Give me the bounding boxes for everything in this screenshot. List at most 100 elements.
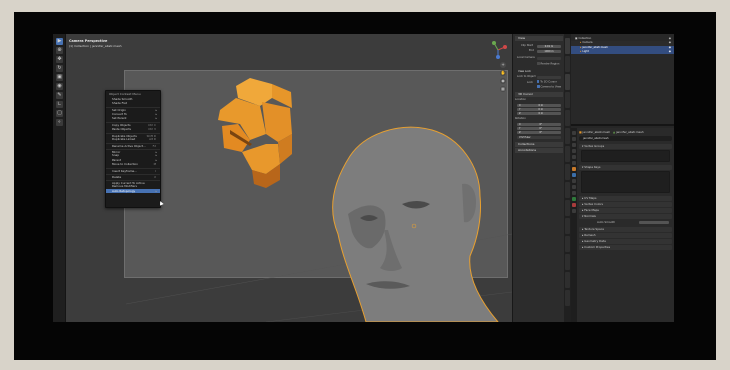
particles-tab-icon[interactable] bbox=[572, 179, 576, 183]
vertex-colors-panel[interactable]: ▸ Vertex Colors bbox=[579, 202, 672, 207]
tab-edit[interactable] bbox=[565, 92, 570, 108]
orange-selected-object bbox=[218, 78, 292, 188]
vertex-groups-panel[interactable]: ▾ Vertex Groups bbox=[579, 144, 672, 149]
menu-item-shortcut: Ctrl V bbox=[148, 126, 156, 131]
geometry-data-panel[interactable]: ▸ Geometry Data bbox=[579, 239, 672, 244]
tab-addon-8[interactable] bbox=[565, 254, 570, 270]
tab-addon-1[interactable] bbox=[565, 128, 570, 144]
menu-item[interactable]: Delete X bbox=[106, 174, 160, 179]
shape-keys-panel[interactable]: ▾ Shape Keys bbox=[579, 165, 672, 170]
texture-tab-icon[interactable] bbox=[572, 209, 576, 213]
normals-panel[interactable]: ▾ Normals bbox=[579, 214, 672, 219]
material-tab-icon[interactable] bbox=[572, 203, 576, 207]
sidebar-n-panel: View Clip Start 0.01 m End 1000 m Local … bbox=[512, 34, 564, 322]
3d-viewport[interactable]: Camera Perspective (1) Collection | jenn… bbox=[66, 34, 512, 322]
rotation-mode-dropdown[interactable]: XYZ Euler bbox=[517, 135, 561, 139]
constraints-tab-icon[interactable] bbox=[572, 191, 576, 195]
menu-item[interactable]: Insert Keyframe... I bbox=[106, 168, 160, 173]
render-tab-icon[interactable] bbox=[572, 137, 576, 141]
remesh-panel[interactable]: ▸ Remesh bbox=[579, 233, 672, 238]
3d-cursor-header[interactable]: 3D Cursor bbox=[515, 92, 563, 97]
select-box-tool-icon[interactable]: ▶ bbox=[56, 38, 63, 45]
menu-item[interactable]: Auto Retopology ▸ bbox=[106, 188, 160, 194]
tab-addon-4[interactable] bbox=[565, 182, 570, 198]
grid-icon[interactable]: ▦ bbox=[500, 86, 506, 92]
vertex-groups-list[interactable] bbox=[581, 150, 670, 162]
custom-properties-panel[interactable]: ▸ Custom Properties bbox=[579, 245, 672, 250]
lock-to-object-field[interactable] bbox=[537, 75, 561, 79]
cursor-z-field[interactable]: Z 0 m bbox=[517, 111, 561, 115]
modifiers-tab-icon[interactable] bbox=[572, 173, 576, 177]
menu-item[interactable]: Paste Objects Ctrl V bbox=[106, 127, 160, 131]
tab-addon-3[interactable] bbox=[565, 164, 570, 180]
mesh-data-tab-icon[interactable] bbox=[572, 197, 576, 201]
output-tab-icon[interactable] bbox=[572, 143, 576, 147]
world-tab-icon[interactable] bbox=[572, 161, 576, 165]
uv-maps-panel[interactable]: ▸ UV Maps bbox=[579, 196, 672, 201]
vertex-groups-label: Vertex Groups bbox=[584, 144, 605, 148]
annotate-tool-icon[interactable]: ✎ bbox=[56, 92, 63, 99]
outliner-row[interactable]: ▸Light ◉ bbox=[571, 50, 674, 55]
camera-to-view-checkbox[interactable] bbox=[537, 85, 540, 88]
outliner-row-label: Light bbox=[582, 50, 589, 54]
tab-addon-7[interactable] bbox=[565, 236, 570, 252]
object-tab-icon[interactable] bbox=[572, 167, 576, 171]
render-region-row[interactable]: Render Region bbox=[515, 62, 563, 66]
clip-start-field[interactable]: 0.01 m bbox=[537, 44, 561, 48]
properties-editor: ■ jennifer_abstr.mesh ▲ jennifer_abstr.m… bbox=[571, 128, 674, 322]
pan-hand-icon[interactable]: ✋ bbox=[500, 70, 506, 76]
menu-item[interactable]: Rename Active Object... F2 bbox=[106, 142, 160, 148]
scale-tool-icon[interactable]: ▣ bbox=[56, 74, 63, 81]
tab-tool[interactable] bbox=[565, 56, 570, 72]
clip-end-field[interactable]: 1000 m bbox=[537, 49, 561, 53]
rot-z-field[interactable]: Z 0° bbox=[517, 130, 561, 134]
local-camera-field[interactable] bbox=[537, 56, 561, 60]
tab-addon-9[interactable] bbox=[565, 272, 570, 288]
transform-tool-icon[interactable]: ◉ bbox=[56, 83, 63, 90]
move-tool-icon[interactable]: ✥ bbox=[56, 56, 63, 63]
tab-addon-5[interactable] bbox=[565, 200, 570, 216]
texture-space-panel[interactable]: ▸ Texture Space bbox=[579, 227, 672, 232]
zoom-icon[interactable]: + bbox=[500, 62, 506, 68]
extra-tool-icon[interactable]: ∘ bbox=[56, 119, 63, 126]
tab-view[interactable] bbox=[565, 74, 570, 90]
render-region-checkbox[interactable] bbox=[537, 62, 540, 65]
tab-addon-6[interactable] bbox=[565, 218, 570, 234]
rotate-tool-icon[interactable]: ↻ bbox=[56, 65, 63, 72]
menu-item-label: Snap bbox=[112, 153, 120, 158]
auto-smooth-slider[interactable] bbox=[639, 221, 669, 224]
tab-addon-10[interactable] bbox=[565, 290, 570, 306]
collections-header[interactable]: Collections bbox=[515, 142, 563, 147]
navigation-gizmo-icon[interactable] bbox=[488, 40, 508, 60]
view-lock-subheader[interactable]: View Lock bbox=[515, 70, 563, 74]
view-panel-header[interactable]: View bbox=[515, 36, 563, 41]
menu-item[interactable]: Shade Flat bbox=[106, 101, 160, 105]
physics-tab-icon[interactable] bbox=[572, 185, 576, 189]
menu-item[interactable]: Set Parent ▸ bbox=[106, 116, 160, 120]
menu-item[interactable]: Move to Collection M bbox=[106, 162, 160, 166]
submenu-arrow-icon: ▸ bbox=[155, 116, 157, 121]
face-maps-label: Face Maps bbox=[584, 208, 599, 212]
sidebar-tabs bbox=[564, 34, 571, 322]
tab-addon-2[interactable] bbox=[565, 146, 570, 162]
lock-to-object-row: Lock to Object bbox=[515, 75, 563, 79]
tab-create[interactable] bbox=[565, 110, 570, 126]
cursor-tool-icon[interactable]: ⊕ bbox=[56, 47, 63, 54]
add-cube-tool-icon[interactable]: ▢ bbox=[56, 110, 63, 117]
shape-keys-list[interactable] bbox=[581, 171, 670, 193]
camera-to-view-row[interactable]: Camera to View bbox=[515, 85, 563, 89]
eye-icon[interactable]: ◉ bbox=[669, 50, 671, 54]
mesh-name-field[interactable]: jennifer_abstr.mesh bbox=[579, 136, 672, 141]
to-3d-cursor-checkbox[interactable] bbox=[536, 80, 540, 83]
menu-item-shortcut: M bbox=[153, 162, 156, 167]
tab-item[interactable] bbox=[565, 38, 570, 54]
face-maps-panel[interactable]: ▸ Face Maps bbox=[579, 208, 672, 213]
view-layer-tab-icon[interactable] bbox=[572, 149, 576, 153]
scene-tab-icon[interactable] bbox=[572, 155, 576, 159]
tool-tab-icon[interactable] bbox=[572, 131, 576, 135]
camera-view-icon[interactable]: ◉ bbox=[500, 78, 506, 84]
annotations-header[interactable]: Annotations bbox=[515, 148, 563, 153]
menu-item[interactable]: Duplicate Linked Alt D bbox=[106, 137, 160, 141]
measure-tool-icon[interactable]: ∟ bbox=[56, 101, 63, 108]
local-camera-row: Local Camera bbox=[515, 56, 563, 60]
